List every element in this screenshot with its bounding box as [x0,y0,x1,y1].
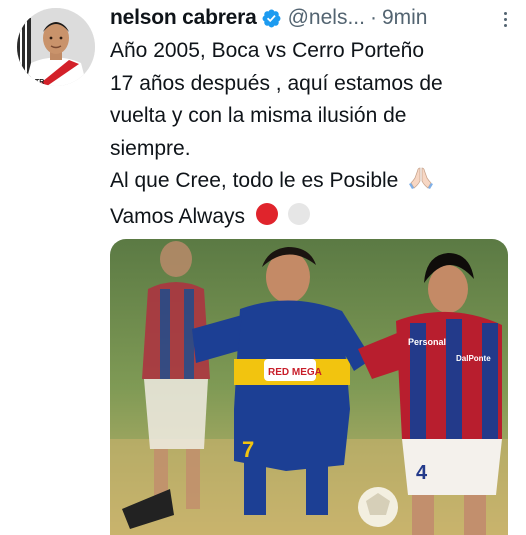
tweet-line: Al que Cree, todo le es Posible [110,169,399,192]
tweet-line: 17 años después , aquí estamos de [110,71,443,95]
cerro-shorts-number: 4 [416,462,428,484]
avatar-photo: TR [17,8,95,86]
author-avatar[interactable]: TR [17,8,95,86]
red-circle-icon [255,202,279,237]
avatar-shirt-text: TR [35,79,44,86]
tweet-timestamp[interactable]: 9min [382,6,428,30]
separator-dot: · [369,6,377,29]
tweet-media-photo[interactable]: RED MEGA 7 Personal DalPonte 4 [110,239,508,535]
more-options-icon[interactable] [494,8,516,30]
cerro-brand-text: DalPonte [456,354,491,363]
tweet-line: vuelta y con la misma ilusión de [110,104,407,127]
boca-sponsor-text: RED MEGA [268,367,322,378]
tweet-line-with-emoji: Vamos Always [110,201,520,237]
tweet-line-with-emoji: Al que Cree, todo le es Posible [110,165,520,201]
boca-shorts-number: 7 [242,437,254,462]
tweet-header: nelson cabrera @nels... · 9min [110,4,516,32]
tweet-line: Vamos Always [110,204,245,228]
author-name[interactable]: nelson cabrera [110,6,257,30]
tweet-line: Año 2005, Boca vs Cerro Porteño [110,39,425,62]
tweet-text: Año 2005, Boca vs Cerro Porteño 17 años … [110,35,520,236]
author-handle[interactable]: @nels... [288,6,365,30]
cerro-sponsor-text: Personal [408,337,446,347]
football-match-photo: RED MEGA 7 Personal DalPonte 4 [110,239,508,535]
verified-badge-icon [261,8,282,29]
tweet-line: siempre. [110,136,191,160]
white-circle-icon [287,202,311,237]
praying-hands-icon [408,166,434,201]
